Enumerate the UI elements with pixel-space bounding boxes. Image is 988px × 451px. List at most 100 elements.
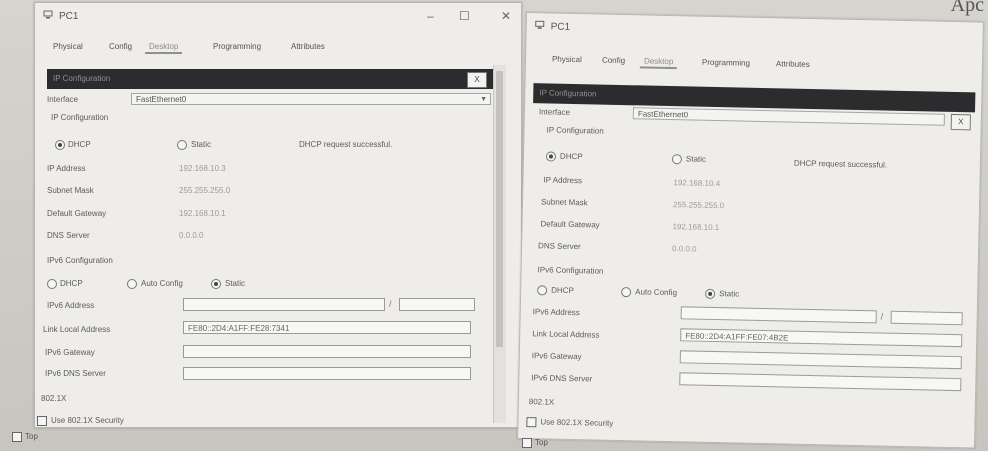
tab-desktop[interactable]: Desktop (145, 41, 183, 54)
tab-config[interactable]: Config (598, 55, 629, 67)
use-dot1x-label: Use 802.1X Security (51, 416, 124, 425)
ipv6-prefix-input[interactable] (890, 310, 963, 326)
ipv6-address-input[interactable] (183, 298, 385, 311)
scrollbar[interactable] (493, 65, 506, 423)
ipv6-address-label: IPv6 Address (532, 307, 580, 318)
dns-server-label: DNS Server (538, 241, 581, 252)
tab-attributes[interactable]: Attributes (287, 41, 329, 52)
ipv6-address-input[interactable] (680, 306, 877, 324)
dhcp-radio[interactable] (545, 151, 557, 162)
ipv6-dns-label: IPv6 DNS Server (45, 369, 106, 378)
panel-header: IP Configuration (47, 69, 499, 89)
ip-address-label: IP Address (543, 175, 583, 186)
ip-config-section-label: IP Configuration (51, 113, 109, 122)
panel-header: IP Configuration (533, 83, 976, 113)
default-gateway-value[interactable]: 192.168.10.1 (672, 222, 719, 232)
static-radio[interactable] (177, 140, 187, 150)
scrollbar-thumb[interactable] (496, 71, 503, 347)
interface-label: Interface (47, 95, 79, 104)
ipv6-dhcp-label: DHCP (551, 285, 574, 296)
prefix-slash: / (389, 299, 392, 309)
ipv6-auto-config-label: Auto Config (141, 279, 183, 288)
ipv6-dns-input[interactable] (679, 372, 962, 392)
ipv6-prefix-input[interactable] (399, 298, 475, 311)
pc-icon (43, 10, 53, 19)
ipv6-gateway-label: IPv6 Gateway (45, 348, 95, 357)
use-dot1x-checkbox[interactable] (37, 416, 47, 426)
ipv6-auto-config-label: Auto Config (635, 287, 678, 298)
static-radio-label: Static (685, 154, 707, 164)
ipv6-dhcp-label: DHCP (60, 279, 83, 288)
ipv6-config-section-label: IPv6 Configuration (537, 265, 604, 276)
dns-server-value[interactable]: 0.0.0.0 (672, 244, 697, 254)
link-local-input[interactable]: FE80::2D4:A1FF:FE07:4B2E (680, 328, 963, 348)
ip-address-value[interactable]: 192.168.10.4 (673, 178, 720, 188)
ipv6-static-label: Static (719, 289, 740, 299)
link-local-label: Link Local Address (43, 325, 111, 334)
subnet-mask-value[interactable]: 255.255.255.0 (673, 200, 724, 210)
tab-programming[interactable]: Programming (209, 41, 265, 52)
tab-desktop[interactable]: Desktop (639, 55, 678, 70)
pc1-window-right: PC1 Physical Config Desktop Programming … (517, 12, 984, 449)
tab-programming[interactable]: Programming (698, 57, 754, 69)
ip-address-value[interactable]: 192.168.10.3 (179, 164, 226, 173)
ipv6-static-radio[interactable] (705, 288, 716, 300)
use-dot1x-label: Use 802.1X Security (540, 417, 614, 428)
ip-config-section-label: IP Configuration (546, 125, 604, 136)
static-radio-label: Static (191, 140, 212, 149)
panel-close-button[interactable]: X (950, 113, 971, 131)
dhcp-radio-label: DHCP (68, 140, 91, 149)
default-gateway-label: Default Gateway (47, 209, 107, 218)
title-bar: PC1 – ☐ ✕ (35, 3, 521, 29)
link-local-input[interactable]: FE80::2D4:A1FF:FE28:7341 (183, 321, 471, 334)
tab-physical[interactable]: Physical (49, 41, 87, 52)
dhcp-radio[interactable] (55, 140, 65, 150)
corner-text: Apc (950, 0, 984, 16)
dhcp-radio-label: DHCP (559, 151, 583, 162)
minimize-button[interactable]: – (427, 9, 434, 23)
tab-config[interactable]: Config (105, 41, 136, 52)
ipv6-address-label: IPv6 Address (47, 301, 95, 310)
close-button[interactable]: ✕ (501, 9, 511, 23)
ipv6-dhcp-radio[interactable] (537, 285, 548, 296)
use-dot1x-checkbox[interactable] (526, 417, 537, 428)
dot1x-section-label: 802.1X (528, 397, 555, 407)
dhcp-status-text: DHCP request successful. (793, 158, 888, 170)
prefix-slash: / (880, 311, 884, 322)
tab-physical[interactable]: Physical (548, 53, 586, 65)
ipv6-gateway-input[interactable] (679, 350, 962, 370)
static-radio[interactable] (671, 154, 683, 165)
window-title: PC1 (59, 11, 79, 22)
ipv6-config-section-label: IPv6 Configuration (47, 256, 113, 265)
maximize-button[interactable]: ☐ (459, 9, 470, 23)
panel-close-button[interactable]: X (467, 72, 487, 88)
interface-select[interactable]: FastEthernet0 ▼ (131, 93, 491, 105)
dhcp-status-text: DHCP request successful. (299, 140, 393, 149)
top-checkbox-left[interactable] (12, 432, 22, 442)
default-gateway-value[interactable]: 192.168.10.1 (179, 209, 226, 218)
pc1-window-left: PC1 – ☐ ✕ Physical Config Desktop Progra… (34, 2, 522, 428)
top-label-right: Top (535, 438, 548, 447)
pc-icon (535, 20, 545, 29)
tab-attributes[interactable]: Attributes (772, 58, 814, 70)
ipv6-dhcp-radio[interactable] (47, 279, 57, 289)
chevron-down-icon: ▼ (480, 96, 487, 103)
interface-label: Interface (538, 107, 571, 117)
top-checkbox-right[interactable] (522, 438, 532, 448)
ipv6-gateway-input[interactable] (183, 345, 471, 358)
top-label-left: Top (25, 432, 38, 441)
ipv6-static-radio[interactable] (211, 279, 221, 289)
default-gateway-label: Default Gateway (540, 219, 600, 230)
subnet-mask-label: Subnet Mask (540, 197, 588, 208)
ipv6-gateway-label: IPv6 Gateway (531, 351, 582, 362)
interface-value: FastEthernet0 (637, 109, 689, 120)
ipv6-dns-input[interactable] (183, 367, 471, 380)
subnet-mask-label: Subnet Mask (47, 186, 94, 195)
ipv6-auto-config-radio[interactable] (621, 287, 632, 298)
ipv6-auto-config-radio[interactable] (127, 279, 137, 289)
link-local-label: Link Local Address (532, 329, 600, 340)
dns-server-value[interactable]: 0.0.0.0 (179, 231, 203, 240)
subnet-mask-value[interactable]: 255.255.255.0 (179, 186, 230, 195)
ipv6-dns-label: IPv6 DNS Server (531, 373, 593, 384)
window-title: PC1 (550, 21, 571, 33)
